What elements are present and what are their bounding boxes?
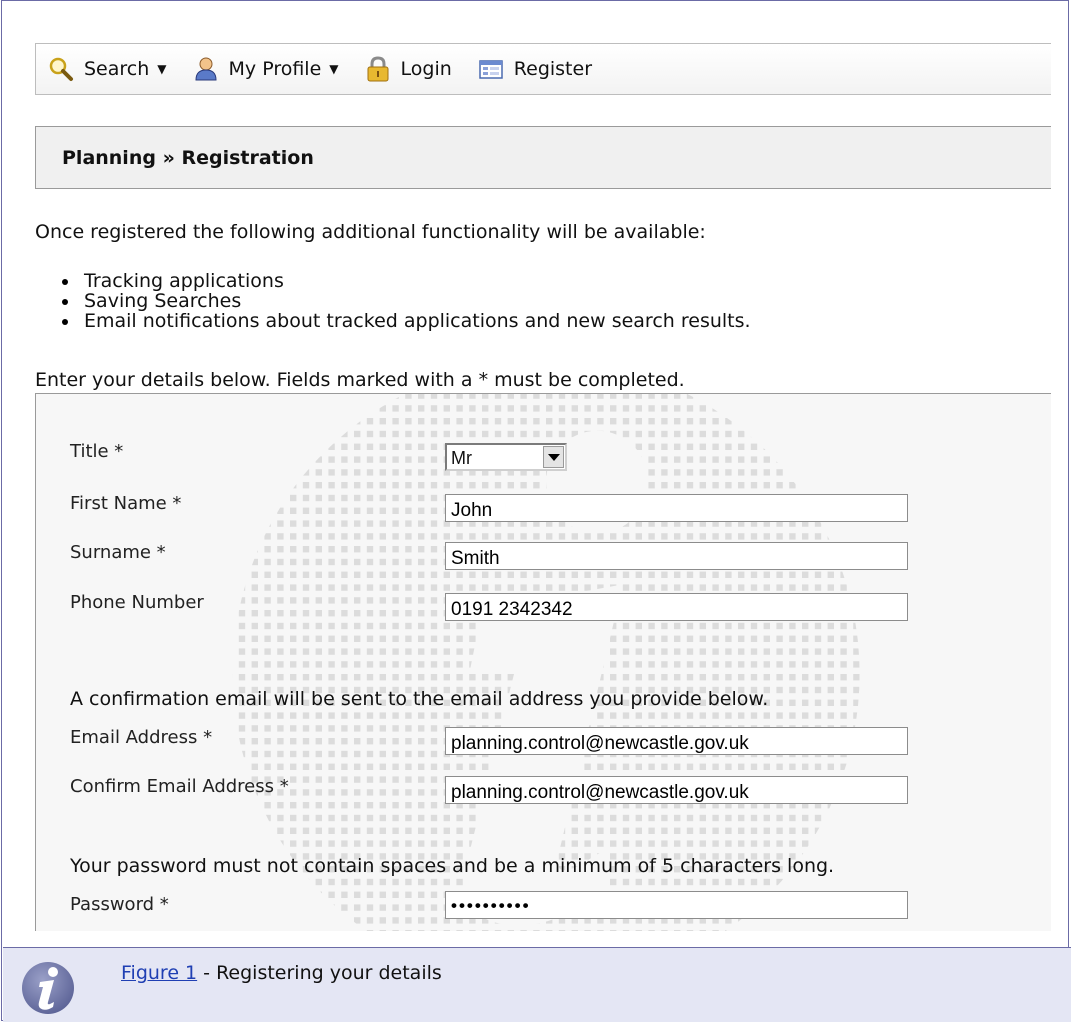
confirm-email-label: Confirm Email Address * xyxy=(70,776,289,797)
title-select[interactable]: Mr xyxy=(445,443,567,471)
login-label: Login xyxy=(400,58,452,80)
my-profile-label: My Profile xyxy=(228,58,322,80)
feature-list: Tracking applications Saving Searches Em… xyxy=(60,271,751,331)
email-note: A confirmation email will be sent to the… xyxy=(70,688,769,710)
breadcrumb-text: Planning » Registration xyxy=(62,146,314,169)
figure-caption: Figure 1 - Registering your details xyxy=(3,947,1071,1022)
register-link[interactable]: Register xyxy=(478,56,592,82)
user-icon xyxy=(193,56,219,82)
list-item: Email notifications about tracked applic… xyxy=(60,311,751,331)
search-menu-label: Search xyxy=(84,58,150,80)
search-icon xyxy=(48,56,74,82)
register-label: Register xyxy=(513,58,593,80)
surname-label: Surname * xyxy=(70,542,166,563)
figure-link[interactable]: Figure 1 xyxy=(121,962,197,984)
confirm-email-field[interactable]: planning.control@newcastle.gov.uk xyxy=(445,776,908,804)
figure-frame: Search ▼ My Profile ▼ Login Register Pla… xyxy=(1,0,1071,1022)
toolbar: Search ▼ My Profile ▼ Login Register xyxy=(35,43,1051,95)
first-name-field[interactable]: John xyxy=(445,494,908,522)
phone-label: Phone Number xyxy=(70,592,204,613)
breadcrumb: Planning » Registration xyxy=(35,126,1051,189)
form-icon xyxy=(478,56,504,82)
email-field[interactable]: planning.control@newcastle.gov.uk xyxy=(445,727,908,755)
list-item: Tracking applications xyxy=(60,271,751,291)
password-label: Password * xyxy=(70,894,169,915)
surname-field[interactable]: Smith xyxy=(445,542,908,570)
info-icon xyxy=(22,962,74,1014)
password-note: Your password must not contain spaces an… xyxy=(70,855,835,877)
caption-description: - Registering your details xyxy=(197,962,442,984)
intro-text: Once registered the following additional… xyxy=(35,221,706,243)
phone-field[interactable]: 0191 2342342 xyxy=(445,593,908,621)
caption-text: Figure 1 - Registering your details xyxy=(121,962,442,984)
chevron-down-icon[interactable] xyxy=(543,446,564,468)
first-name-label: First Name * xyxy=(70,493,182,514)
title-select-value: Mr xyxy=(451,448,472,468)
list-item: Saving Searches xyxy=(60,291,751,311)
lock-icon xyxy=(365,56,391,82)
registration-form: Title * Mr First Name * John Surname * S… xyxy=(35,393,1051,931)
email-label: Email Address * xyxy=(70,727,213,748)
search-menu[interactable]: Search ▼ xyxy=(48,56,167,82)
instructions-text: Enter your details below. Fields marked … xyxy=(35,369,685,391)
title-label: Title * xyxy=(70,441,124,462)
info-watermark-icon xyxy=(232,394,860,931)
chevron-down-icon: ▼ xyxy=(329,62,339,76)
my-profile-menu[interactable]: My Profile ▼ xyxy=(193,56,339,82)
login-link[interactable]: Login xyxy=(365,56,452,82)
password-field[interactable]: •••••••••• xyxy=(445,891,908,919)
chevron-down-icon: ▼ xyxy=(157,62,167,76)
